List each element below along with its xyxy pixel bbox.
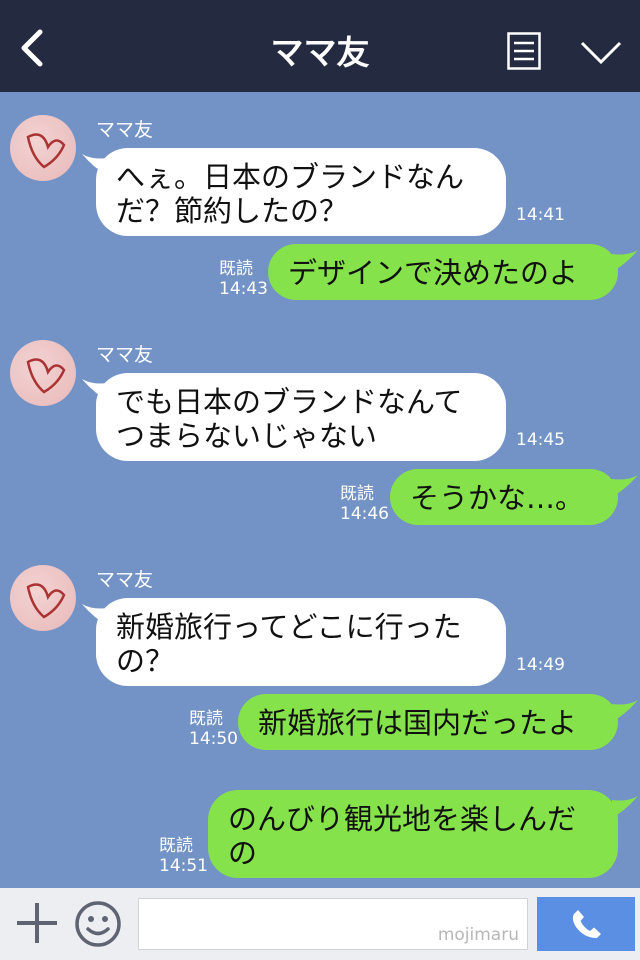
message-text-line: の [228, 836, 258, 870]
incoming-message-bubble[interactable]: へぇ。日本のブランドなん だ？節約したの？ [96, 148, 506, 236]
menu-list-icon[interactable] [507, 32, 541, 70]
message-text-line: 新婚旅行ってどこに行った [116, 610, 462, 644]
sender-name: ママ友 [96, 119, 154, 141]
message-text-line: つまらないじゃない [116, 419, 378, 453]
message-time: 14:46 [340, 504, 389, 524]
message-text-line: 新婚旅行は国内だったよ [258, 706, 578, 740]
message-time: 14:45 [516, 430, 565, 450]
outgoing-message-bubble[interactable]: そうかな…。 [390, 469, 618, 525]
heart-necklace-icon [26, 583, 66, 619]
watermark: mojimaru [437, 925, 519, 945]
input-bar: mojimaru [0, 888, 640, 960]
message-text-line: デザインで決めたのよ [288, 256, 579, 290]
message-text-line: でも日本のブランドなんて [116, 385, 463, 419]
avatar[interactable] [10, 115, 76, 181]
read-label: 既読 [219, 259, 253, 279]
read-status: 既読 14:50 [189, 709, 238, 749]
read-status: 既読 14:46 [340, 484, 389, 524]
bubble-tail [612, 700, 638, 722]
message-time: 14:41 [516, 205, 565, 225]
bubble-tail [612, 250, 638, 272]
outgoing-message-bubble[interactable]: 新婚旅行は国内だったよ [238, 694, 618, 750]
heart-necklace-icon [26, 133, 66, 169]
header-bar: ママ友 [0, 0, 640, 92]
chat-area[interactable]: ママ友 へぇ。日本のブランドなん だ？節約したの？ 14:41 既読 14:43… [0, 92, 640, 888]
message-time: 14:43 [219, 279, 268, 299]
read-label: 既読 [189, 709, 223, 729]
incoming-message-bubble[interactable]: 新婚旅行ってどこに行った の？ [96, 598, 506, 686]
sender-name: ママ友 [96, 569, 154, 591]
outgoing-message-bubble[interactable]: のんびり観光地を楽しんだ の [208, 790, 618, 878]
chat-title: ママ友 [270, 33, 370, 72]
plus-icon[interactable] [15, 901, 59, 945]
message-text-line: の？ [116, 644, 175, 678]
heart-necklace-icon [26, 358, 66, 394]
bubble-tail [612, 475, 638, 497]
avatar[interactable] [10, 340, 76, 406]
sender-name: ママ友 [96, 344, 154, 366]
message-input[interactable]: mojimaru [138, 898, 528, 950]
message-time: 14:50 [189, 729, 238, 749]
avatar[interactable] [10, 565, 76, 631]
message-time: 14:51 [159, 856, 208, 876]
message-text-line: のんびり観光地を楽しんだ [228, 802, 577, 836]
chevron-down-icon[interactable] [580, 40, 622, 66]
read-label: 既読 [159, 836, 193, 856]
read-status: 既読 14:43 [219, 259, 268, 299]
message-text-line: そうかな…。 [410, 481, 585, 515]
incoming-message-bubble[interactable]: でも日本のブランドなんて つまらないじゃない [96, 373, 506, 461]
message-text-line: だ？節約したの？ [116, 194, 349, 228]
outgoing-message-bubble[interactable]: デザインで決めたのよ [268, 244, 618, 300]
message-text-line: へぇ。日本のブランドなん [116, 160, 465, 194]
read-status: 既読 14:51 [159, 836, 208, 876]
bubble-tail [612, 796, 638, 818]
call-button[interactable] [537, 897, 635, 951]
message-time: 14:49 [516, 655, 565, 675]
phone-icon [572, 910, 601, 938]
read-label: 既読 [340, 484, 374, 504]
smiley-icon[interactable] [74, 900, 122, 948]
